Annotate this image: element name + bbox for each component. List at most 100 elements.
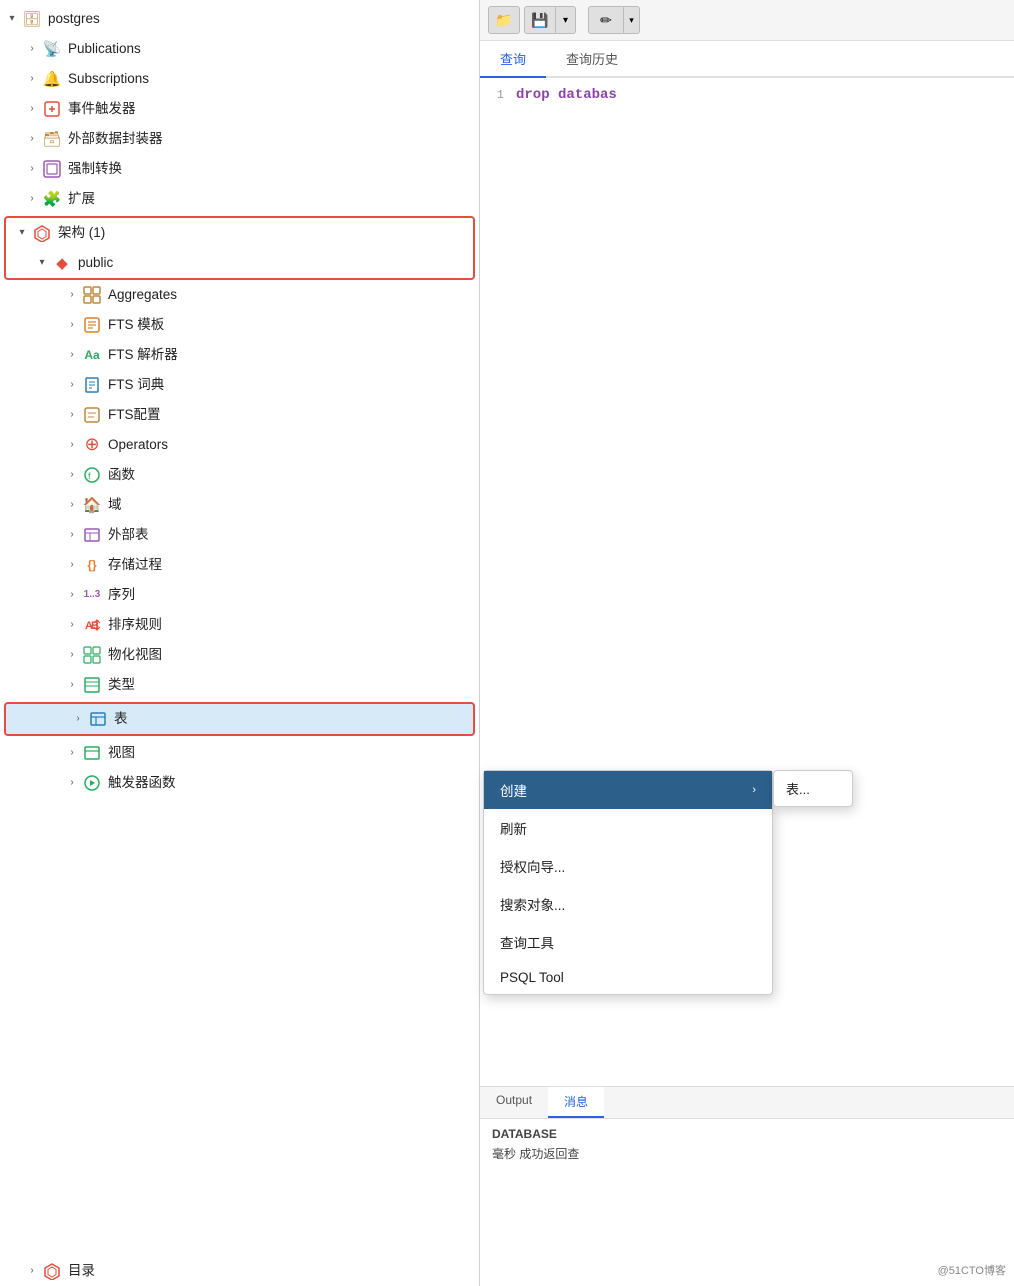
chevron-right-icon: › xyxy=(64,407,80,423)
fts-template-label: FTS 模板 xyxy=(108,316,164,335)
refresh-label: 刷新 xyxy=(500,818,527,838)
chevron-right-icon: › xyxy=(64,617,80,633)
search-objects-label: 搜索对象... xyxy=(500,894,565,914)
watermark: @51CTO博客 xyxy=(938,1262,1006,1278)
functions-label: 函数 xyxy=(108,466,135,485)
mat-views-label: 物化视图 xyxy=(108,646,162,665)
sidebar-item-fts-parser[interactable]: › Aa FTS 解析器 xyxy=(0,340,479,370)
sidebar-item-publications[interactable]: › 📡 Publications xyxy=(0,34,479,64)
tree-root-postgres[interactable]: ▾ 🗄 postgres xyxy=(0,4,479,34)
chevron-right-icon: › xyxy=(70,711,86,727)
types-label: 类型 xyxy=(108,676,135,695)
procedures-icon: {} xyxy=(82,555,102,575)
code-line-1: 1 drop databas xyxy=(480,86,1014,104)
context-menu-item-psql-tool[interactable]: PSQL Tool xyxy=(484,961,772,994)
operators-icon: ⊕ xyxy=(82,435,102,455)
sidebar-item-functions[interactable]: › f 函数 xyxy=(0,460,479,490)
sidebar-item-schema[interactable]: ▾ 架构 (1) xyxy=(6,218,473,248)
chevron-down-icon: ▾ xyxy=(14,225,30,241)
sidebar-item-procedures[interactable]: › {} 存储过程 xyxy=(0,550,479,580)
editor-toolbar: 📁 💾 ▾ ✏ ▾ xyxy=(480,0,1014,41)
psql-tool-label: PSQL Tool xyxy=(500,970,564,985)
sidebar-item-extensions[interactable]: › 🧩 扩展 xyxy=(0,184,479,214)
context-menu-item-grant-wizard[interactable]: 授权向导... xyxy=(484,847,772,885)
open-file-button[interactable]: 📁 xyxy=(488,6,520,34)
catalog-label: 目录 xyxy=(68,1262,95,1281)
context-menu-item-create[interactable]: 创建 › xyxy=(484,771,772,809)
types-icon xyxy=(82,675,102,695)
submenu-arrow-icon: › xyxy=(752,784,756,796)
domains-icon: 🏠 xyxy=(82,495,102,515)
sidebar-item-event-triggers[interactable]: › 事件触发器 xyxy=(0,94,479,124)
edit-button[interactable]: ✏ xyxy=(588,6,624,34)
sidebar-item-trigger-functions[interactable]: › 触发器函数 xyxy=(0,768,479,798)
sidebar-item-views[interactable]: › 视图 xyxy=(0,738,479,768)
chevron-right-icon: › xyxy=(24,161,40,177)
fts-dict-label: FTS 词典 xyxy=(108,376,164,395)
catalog-icon xyxy=(42,1261,62,1281)
chevron-right-icon: › xyxy=(64,527,80,543)
save-dropdown-button[interactable]: ▾ xyxy=(556,6,576,34)
tab-query[interactable]: 查询 xyxy=(480,41,546,78)
sidebar-item-catalog[interactable]: › 目录 xyxy=(0,1256,479,1286)
fts-dict-icon xyxy=(82,375,102,395)
chevron-down-icon: ▾ xyxy=(629,15,634,26)
save-icon: 💾 xyxy=(531,12,548,29)
sidebar-item-operators[interactable]: › ⊕ Operators xyxy=(0,430,479,460)
sidebar-item-sequences[interactable]: › 1..3 序列 xyxy=(0,580,479,610)
sidebar-item-aggregates[interactable]: › Aggregates xyxy=(0,280,479,310)
chevron-right-icon: › xyxy=(64,467,80,483)
line-number: 1 xyxy=(480,88,516,102)
submenu-item-table[interactable]: 表... xyxy=(774,771,852,806)
sidebar-item-collations[interactable]: › AB 排序规则 xyxy=(0,610,479,640)
sidebar-item-mat-views[interactable]: › 物化视图 xyxy=(0,640,479,670)
fts-parser-icon: Aa xyxy=(82,345,102,365)
fts-template-icon xyxy=(82,315,102,335)
context-menu-item-search-objects[interactable]: 搜索对象... xyxy=(484,885,772,923)
tab-messages[interactable]: 消息 xyxy=(548,1087,604,1118)
chevron-right-icon: › xyxy=(24,131,40,147)
sidebar-item-domains[interactable]: › 🏠 域 xyxy=(0,490,479,520)
chevron-right-icon: › xyxy=(64,587,80,603)
chevron-right-icon: › xyxy=(24,71,40,87)
schema-icon xyxy=(32,223,52,243)
chevron-right-icon: › xyxy=(24,101,40,117)
save-button[interactable]: 💾 xyxy=(524,6,556,34)
tab-output[interactable]: Output xyxy=(480,1087,548,1118)
fts-config-label: FTS配置 xyxy=(108,406,161,425)
edit-dropdown-button[interactable]: ▾ xyxy=(624,6,640,34)
chevron-down-icon: ▾ xyxy=(563,15,568,26)
schema-label: 架构 (1) xyxy=(58,224,105,243)
sidebar-item-cast[interactable]: › 强制转换 xyxy=(0,154,479,184)
sidebar-item-foreign-wrappers[interactable]: › 🗃 外部数据封装器 xyxy=(0,124,479,154)
sidebar-item-tables[interactable]: › 表 xyxy=(6,704,473,734)
sidebar-item-foreign-tables[interactable]: › 外部表 xyxy=(0,520,479,550)
chevron-right-icon: › xyxy=(64,347,80,363)
subscriptions-icon: 🔔 xyxy=(42,69,62,89)
sidebar-item-subscriptions[interactable]: › 🔔 Subscriptions xyxy=(0,64,479,94)
subscriptions-label: Subscriptions xyxy=(68,70,149,89)
views-label: 视图 xyxy=(108,744,135,763)
chevron-right-icon: › xyxy=(24,41,40,57)
edit-icon: ✏ xyxy=(600,12,612,29)
chevron-right-icon: › xyxy=(64,677,80,693)
context-menu-item-query-tool[interactable]: 查询工具 xyxy=(484,923,772,961)
collations-icon: AB xyxy=(82,615,102,635)
tab-query-history[interactable]: 查询历史 xyxy=(546,41,638,78)
context-menu-item-refresh[interactable]: 刷新 xyxy=(484,809,772,847)
chevron-right-icon: › xyxy=(64,745,80,761)
chevron-right-icon: › xyxy=(24,191,40,207)
sidebar-item-fts-config[interactable]: › FTS配置 xyxy=(0,400,479,430)
trigger-functions-label: 触发器函数 xyxy=(108,774,176,793)
event-trigger-icon xyxy=(42,99,62,119)
sidebar-item-fts-dict[interactable]: › FTS 词典 xyxy=(0,370,479,400)
save-button-group: 💾 ▾ xyxy=(524,6,576,34)
output-status: 毫秒 成功返回查 xyxy=(492,1145,1002,1162)
chevron-right-icon: › xyxy=(64,497,80,513)
sidebar-item-types[interactable]: › 类型 xyxy=(0,670,479,700)
context-menu: 创建 › 刷新 授权向导... 搜索对象... 查询工具 PSQL Tool xyxy=(483,770,773,995)
sidebar-item-fts-template[interactable]: › FTS 模板 xyxy=(0,310,479,340)
sidebar-item-public[interactable]: ▾ ◆ public xyxy=(6,248,473,278)
foreign-wrapper-icon: 🗃 xyxy=(42,129,62,149)
trigger-functions-icon xyxy=(82,773,102,793)
